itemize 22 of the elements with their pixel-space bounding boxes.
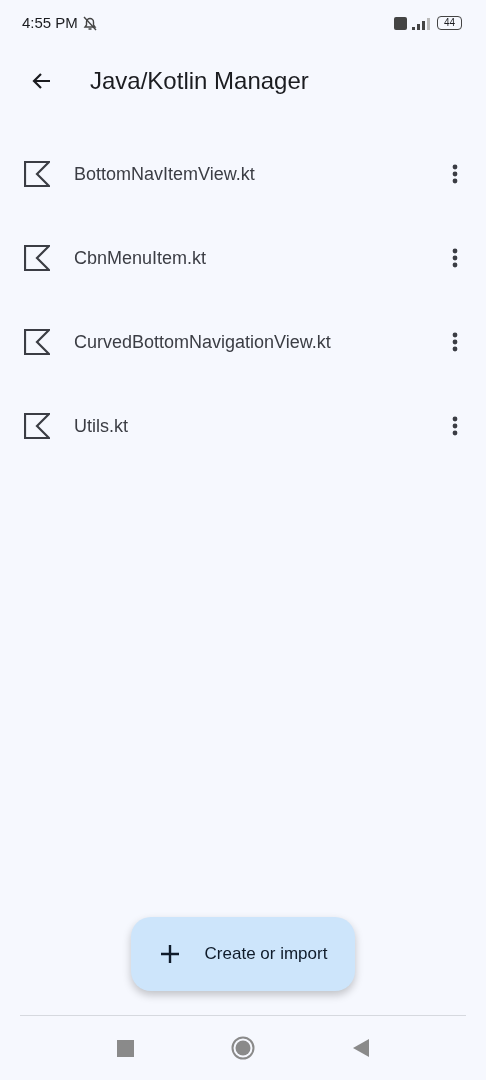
home-button[interactable] [231,1036,256,1060]
kotlin-file-icon [24,413,50,439]
file-name[interactable]: Utils.kt [74,412,446,440]
more-vertical-icon [452,332,458,352]
file-name[interactable]: CurvedBottomNavigationView.kt [74,328,446,356]
more-vertical-icon [452,248,458,268]
status-time: 4:55 PM [22,12,78,33]
back-nav-button[interactable] [353,1039,370,1057]
more-vertical-icon [452,416,458,436]
recents-button[interactable] [116,1039,134,1057]
kotlin-file-icon [24,329,50,355]
file-name[interactable]: CbnMenuItem.kt [74,244,446,272]
signal-icon [410,16,433,30]
screen-title: Java/Kotlin Manager [90,66,309,96]
bell-off-icon [81,14,98,32]
create-or-import-button[interactable]: Create or import [130,917,356,991]
plus-icon [158,943,181,965]
file-name[interactable]: BottomNavItemView.kt [74,160,446,188]
more-vertical-icon [452,164,458,184]
kotlin-file-icon [24,161,50,187]
kotlin-file-icon [24,245,50,271]
battery-indicator: 44 [436,16,462,30]
